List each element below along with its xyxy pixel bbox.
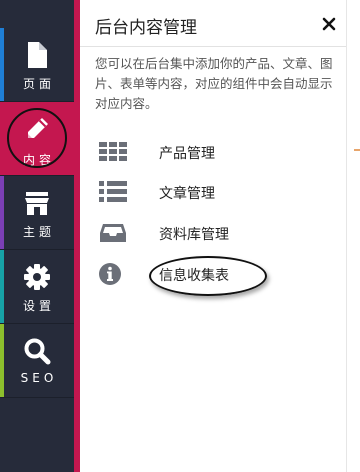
close-icon[interactable] xyxy=(322,16,336,31)
page-edge xyxy=(346,0,360,472)
sidebar-accent-bar xyxy=(0,324,4,397)
menu-item-label: 资料库管理 xyxy=(159,227,229,243)
highlight-ellipse xyxy=(149,256,267,296)
search-icon xyxy=(23,337,51,365)
storefront-icon xyxy=(23,189,51,217)
sidebar-item-seo[interactable]: SEO xyxy=(0,324,74,398)
gear-icon xyxy=(23,263,51,291)
sidebar-item-label: 主题 xyxy=(22,225,55,239)
panel-description: 您可以在后台集中添加你的产品、文章、图片、表单等内容，对应的组件中会自动显示对应… xyxy=(95,56,333,111)
sidebar-item-label: 设置 xyxy=(22,299,55,313)
list-icon xyxy=(98,180,128,204)
content-panel: 后台内容管理 您可以在后台集中添加你的产品、文章、图片、表单等内容，对应的组件中… xyxy=(80,0,346,472)
inbox-tray-icon xyxy=(98,221,128,245)
sidebar-item-pages[interactable]: 页面 xyxy=(0,28,74,102)
highlight-circle xyxy=(7,108,67,168)
sidebar-item-label: SEO xyxy=(20,371,58,385)
info-circle-icon xyxy=(98,262,128,286)
menu-item-products[interactable]: 产品管理 xyxy=(98,136,338,168)
panel-title: 后台内容管理 xyxy=(95,18,197,38)
sidebar-item-settings[interactable]: 设置 xyxy=(0,250,74,324)
sidebar-item-theme[interactable]: 主题 xyxy=(0,176,74,250)
grid-icon xyxy=(98,140,128,164)
sidebar-item-label: 页面 xyxy=(22,77,55,91)
document-icon xyxy=(23,41,51,69)
menu-item-articles[interactable]: 文章管理 xyxy=(98,176,338,208)
menu-item-label: 产品管理 xyxy=(159,146,215,162)
menu-item-label: 文章管理 xyxy=(159,186,215,202)
sidebar-item-content[interactable]: 内容 xyxy=(0,102,74,176)
menu-item-library[interactable]: 资料库管理 xyxy=(98,217,338,249)
panel-header: 后台内容管理 xyxy=(80,0,346,47)
sidebar: 页面 内容 主题 设置 SEO xyxy=(0,0,74,472)
edge-marker xyxy=(354,149,360,151)
